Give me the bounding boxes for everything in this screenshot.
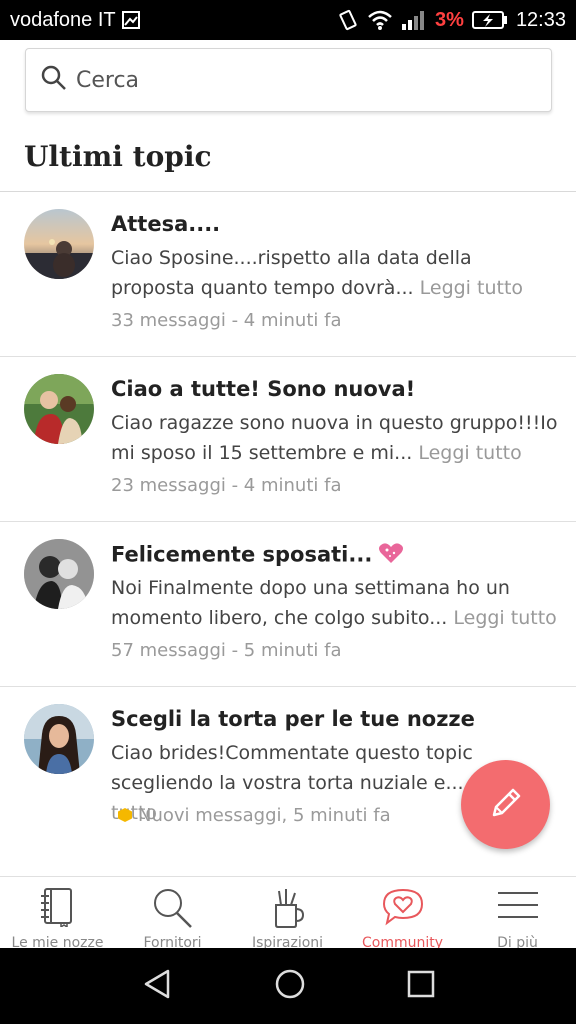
nav-label: Fornitori (143, 935, 202, 948)
nav-label: Le mie nozze (11, 935, 104, 948)
nav-di-piu[interactable]: Di più (460, 877, 575, 948)
menu-icon (496, 887, 540, 927)
nav-label: Di più (497, 935, 538, 948)
notebook-icon (39, 887, 77, 931)
search-icon (151, 887, 195, 933)
topic-excerpt: Ciao ragazze sono nuova in questo gruppo… (111, 408, 561, 468)
topic-meta: 33 messaggi - 4 minuti fa (111, 310, 342, 331)
recent-apps-icon[interactable] (406, 969, 436, 1003)
bottom-navigation: Le mie nozze Fornitori Ispirazioni Commu… (0, 876, 576, 948)
new-messages-badge (118, 808, 132, 822)
nav-label: Ispirazioni (251, 935, 324, 948)
carrier-name: vodafone IT (10, 8, 116, 31)
read-more-link[interactable]: Leggi tutto (418, 442, 521, 464)
topic-excerpt: Ciao Sposine....rispetto alla data della… (111, 243, 561, 303)
topic-title-text: Felicemente sposati... (111, 542, 373, 567)
chat-heart-icon (381, 887, 425, 931)
read-more-link[interactable]: Leggi tutto (420, 277, 523, 299)
nav-community[interactable]: Community (345, 877, 460, 948)
avatar (24, 374, 94, 444)
system-navigation-bar (0, 948, 576, 1024)
topic-item[interactable]: Ciao a tutte! Sono nuova! Ciao ragazze s… (0, 357, 576, 522)
read-more-link[interactable]: Leggi tutto (453, 607, 556, 629)
signal-icon (401, 9, 427, 31)
topic-list: Attesa.... Ciao Sposine....rispetto alla… (0, 192, 576, 852)
meta-text: Nuovi messaggi, 5 minuti fa (138, 805, 391, 826)
excerpt-text: Ciao Sposine....rispetto alla data della… (111, 247, 472, 299)
excerpt-text: Noi Finalmente dopo una settimana ho un … (111, 577, 510, 629)
pencil-icon (486, 783, 526, 827)
wifi-icon (367, 9, 393, 31)
image-notification-icon (121, 11, 140, 29)
nav-ispirazioni[interactable]: Ispirazioni (230, 877, 345, 948)
back-icon[interactable] (140, 967, 174, 1005)
avatar (24, 704, 94, 774)
search-input[interactable] (76, 67, 516, 93)
topic-title: Ciao a tutte! Sono nuova! (111, 377, 416, 401)
topic-excerpt: Noi Finalmente dopo una settimana ho un … (111, 573, 561, 633)
brushes-icon (270, 887, 306, 933)
nav-label: Community (361, 935, 444, 948)
battery-percent: 3% (435, 8, 464, 31)
battery-charging-icon (471, 10, 508, 30)
topic-item[interactable]: Felicemente sposati... Noi Finalmente do… (0, 522, 576, 687)
avatar (24, 209, 94, 279)
topic-item[interactable]: Attesa.... Ciao Sposine....rispetto alla… (0, 192, 576, 357)
excerpt-text: Ciao brides!Commentate questo topic sceg… (111, 742, 473, 794)
vibrate-icon (337, 9, 359, 31)
section-title: Ultimi topic (24, 140, 212, 173)
nav-le-mie-nozze[interactable]: Le mie nozze (0, 877, 115, 948)
avatar (24, 539, 94, 609)
search-bar[interactable] (25, 48, 552, 112)
topic-meta: 23 messaggi - 4 minuti fa (111, 475, 342, 496)
topic-title: Felicemente sposati... (111, 542, 404, 569)
topic-title: Attesa.... (111, 212, 221, 236)
topic-meta: Nuovi messaggi, 5 minuti fa (118, 805, 391, 826)
nav-fornitori[interactable]: Fornitori (115, 877, 230, 948)
new-topic-button[interactable] (461, 760, 550, 849)
topic-title: Scegli la torta per le tue nozze (111, 707, 475, 731)
topic-meta: 57 messaggi - 5 minuti fa (111, 640, 342, 661)
search-icon (40, 64, 68, 96)
status-bar: vodafone IT 3% 12:33 (0, 0, 576, 40)
home-icon[interactable] (273, 967, 307, 1005)
sparkling-heart-icon (378, 542, 404, 569)
clock: 12:33 (515, 8, 566, 31)
